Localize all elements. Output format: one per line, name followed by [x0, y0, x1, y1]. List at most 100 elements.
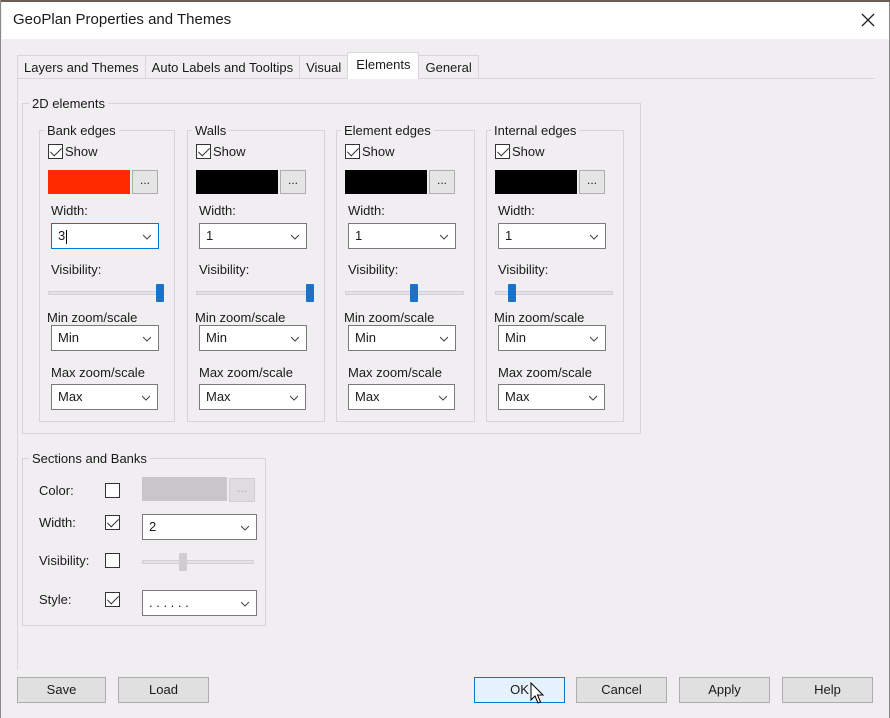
sb-visibility-label: Visibility:: [39, 553, 90, 568]
internal-edges-min-zoom-select[interactable]: Min: [498, 325, 606, 351]
cancel-button[interactable]: Cancel: [576, 677, 667, 703]
slider-track: [48, 291, 164, 295]
bank-edges-max-zoom-label: Max zoom/scale: [51, 365, 145, 380]
element-edges-min-zoom-select[interactable]: Min: [348, 325, 456, 351]
element-edges-color-picker-button[interactable]: ...: [429, 170, 455, 194]
slider-track: [142, 560, 254, 564]
sb-style-checkbox[interactable]: [105, 592, 120, 607]
internal-edges-visibility-label: Visibility:: [498, 262, 549, 277]
walls-title: Walls: [192, 123, 230, 138]
window-title: GeoPlan Properties and Themes: [13, 11, 232, 28]
walls-width-value: 1: [206, 228, 214, 243]
tab-auto-labels-and-tooltips[interactable]: Auto Labels and Tooltips: [144, 55, 301, 79]
walls-min-zoom-label: Min zoom/scale: [195, 310, 286, 325]
walls-color-picker-button[interactable]: ...: [280, 170, 306, 194]
walls-visibility-label: Visibility:: [199, 262, 250, 277]
sb-visibility-slider[interactable]: [142, 552, 254, 572]
sb-style-label: Style:: [39, 592, 72, 607]
internal-edges-max-zoom-select[interactable]: Max: [498, 384, 605, 410]
chevron-down-icon: [241, 525, 249, 531]
element-edges-visibility-label: Visibility:: [348, 262, 399, 277]
internal-edges-show-checkbox[interactable]: [495, 144, 510, 159]
sections-and-banks-legend: Sections and Banks: [29, 451, 150, 466]
internal-edges-color-swatch[interactable]: [495, 170, 577, 194]
bank-edges-width-label: Width:: [51, 203, 88, 218]
walls-max-zoom-label: Max zoom/scale: [199, 365, 293, 380]
tab-general[interactable]: General: [418, 55, 479, 79]
chevron-down-icon: [590, 336, 598, 342]
walls-show-checkbox[interactable]: [196, 144, 211, 159]
tab-elements[interactable]: Elements: [347, 52, 420, 79]
tab-strip: Layers and Themes Auto Labels and Toolti…: [17, 52, 479, 79]
walls-show-toggle[interactable]: Show: [196, 144, 246, 159]
slider-thumb[interactable]: [156, 284, 164, 302]
walls-width-select[interactable]: 1: [199, 223, 307, 249]
sb-color-picker-button[interactable]: ...: [229, 478, 255, 502]
apply-button[interactable]: Apply: [679, 677, 770, 703]
element-edges-max-zoom-select[interactable]: Max: [348, 384, 455, 410]
bank-edges-width-value: 3: [58, 228, 66, 243]
internal-edges-color-picker-button[interactable]: ...: [579, 170, 605, 194]
chevron-down-icon: [142, 395, 150, 401]
bank-edges-max-zoom-select[interactable]: Max: [51, 384, 158, 410]
internal-edges-visibility-slider[interactable]: [495, 283, 613, 303]
element-edges-color-swatch[interactable]: [345, 170, 427, 194]
sb-color-swatch: [142, 477, 227, 501]
chevron-down-icon: [291, 234, 299, 240]
slider-thumb[interactable]: [306, 284, 314, 302]
bank-edges-show-toggle[interactable]: Show: [48, 144, 98, 159]
bank-edges-visibility-slider[interactable]: [48, 283, 164, 303]
chevron-down-icon: [440, 234, 448, 240]
sb-color-checkbox[interactable]: [105, 483, 120, 498]
element-edges-show-toggle[interactable]: Show: [345, 144, 395, 159]
walls-color-swatch[interactable]: [196, 170, 278, 194]
internal-edges-max-zoom-value: Max: [505, 389, 530, 404]
close-icon: [861, 13, 875, 27]
slider-track: [345, 291, 464, 295]
sb-width-checkbox[interactable]: [105, 515, 120, 530]
internal-edges-width-select[interactable]: 1: [498, 223, 606, 249]
tab-layers-and-themes[interactable]: Layers and Themes: [17, 55, 146, 79]
bank-edges-min-zoom-select[interactable]: Min: [51, 325, 159, 351]
element-edges-show-checkbox[interactable]: [345, 144, 360, 159]
close-button[interactable]: [851, 4, 885, 36]
bank-edges-color-picker-button[interactable]: ...: [132, 170, 158, 194]
bank-edges-color-swatch[interactable]: [48, 170, 130, 194]
tab-visual[interactable]: Visual: [299, 55, 349, 79]
walls-min-zoom-select[interactable]: Min: [199, 325, 307, 351]
save-button[interactable]: Save: [17, 677, 106, 703]
load-button[interactable]: Load: [118, 677, 209, 703]
walls-max-zoom-value: Max: [206, 389, 231, 404]
element-edges-visibility-slider[interactable]: [345, 283, 464, 303]
slider-thumb[interactable]: [179, 553, 187, 571]
chevron-down-icon: [589, 395, 597, 401]
chevron-down-icon: [291, 336, 299, 342]
bank-edges-width-select[interactable]: 3: [51, 223, 159, 249]
element-edges-min-zoom-value: Min: [355, 330, 376, 345]
help-button[interactable]: Help: [782, 677, 873, 703]
text-caret: [66, 229, 68, 244]
chevron-down-icon: [439, 395, 447, 401]
internal-edges-width-label: Width:: [498, 203, 535, 218]
ok-button[interactable]: OK: [474, 677, 565, 703]
element-edges-width-label: Width:: [348, 203, 385, 218]
chevron-down-icon: [143, 336, 151, 342]
slider-thumb[interactable]: [508, 284, 517, 302]
bank-edges-visibility-label: Visibility:: [51, 262, 102, 277]
element-edges-width-select[interactable]: 1: [348, 223, 456, 249]
internal-edges-max-zoom-label: Max zoom/scale: [498, 365, 592, 380]
bank-edges-min-zoom-label: Min zoom/scale: [47, 310, 138, 325]
internal-edges-width-value: 1: [505, 228, 513, 243]
walls-max-zoom-select[interactable]: Max: [199, 384, 306, 410]
chevron-down-icon: [590, 234, 598, 240]
internal-edges-show-toggle[interactable]: Show: [495, 144, 545, 159]
sb-visibility-checkbox[interactable]: [105, 553, 120, 568]
element-edges-min-zoom-label: Min zoom/scale: [344, 310, 435, 325]
slider-thumb[interactable]: [410, 284, 418, 302]
walls-visibility-slider[interactable]: [196, 283, 314, 303]
bank-edges-show-checkbox[interactable]: [48, 144, 63, 159]
sb-width-select[interactable]: 2: [142, 514, 257, 540]
walls-min-zoom-value: Min: [206, 330, 227, 345]
chevron-down-icon: [143, 234, 151, 240]
sb-style-select[interactable]: . . . . . .: [142, 590, 257, 616]
